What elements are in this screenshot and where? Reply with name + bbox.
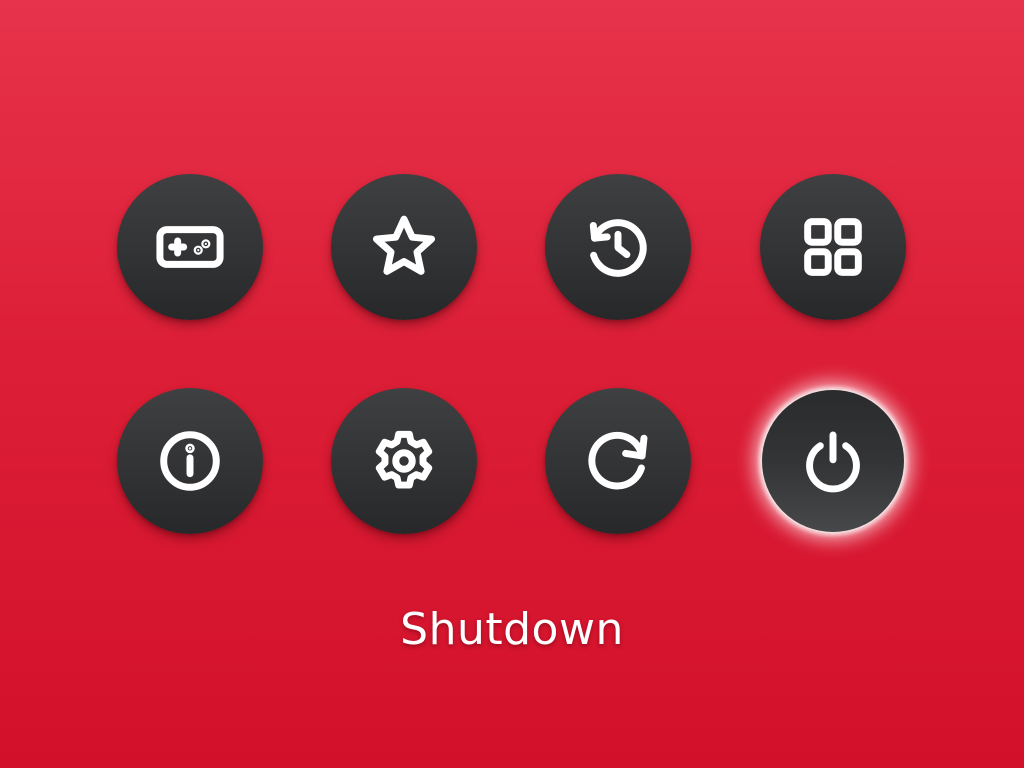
apps-button[interactable] bbox=[760, 174, 906, 320]
grid-icon bbox=[795, 209, 871, 285]
restart-button[interactable] bbox=[545, 388, 691, 534]
gamepad-icon bbox=[152, 209, 228, 285]
history-icon bbox=[580, 209, 656, 285]
shutdown-button[interactable] bbox=[760, 388, 906, 534]
favorites-button[interactable] bbox=[331, 174, 477, 320]
gear-icon bbox=[366, 423, 442, 499]
info-button[interactable] bbox=[117, 388, 263, 534]
star-icon bbox=[366, 209, 442, 285]
selected-item-label: Shutdown bbox=[400, 604, 624, 655]
info-icon bbox=[152, 423, 228, 499]
power-icon bbox=[795, 423, 871, 499]
restart-icon bbox=[580, 423, 656, 499]
settings-button[interactable] bbox=[331, 388, 477, 534]
history-button[interactable] bbox=[545, 174, 691, 320]
games-button[interactable] bbox=[117, 174, 263, 320]
